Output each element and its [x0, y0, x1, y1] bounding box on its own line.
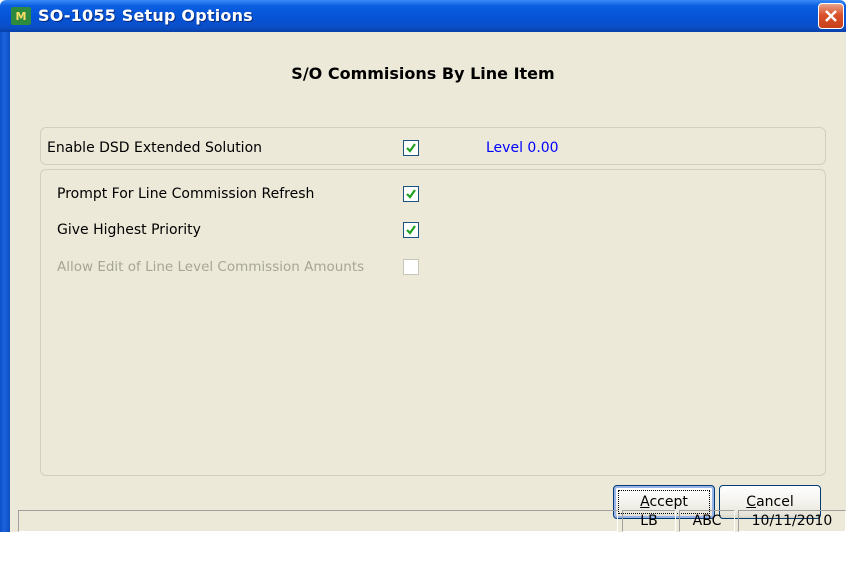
level-label: Level [486, 140, 523, 156]
highest-priority-checkbox[interactable] [403, 222, 419, 238]
level-value: 0.00 [527, 140, 559, 156]
cancel-label-rest: ancel [756, 494, 794, 510]
window-title: SO-1055 Setup Options [38, 6, 253, 25]
highest-priority-label: Give Highest Priority [57, 222, 201, 238]
status-date: 10/11/2010 [738, 510, 846, 532]
prompt-refresh-checkbox[interactable] [403, 186, 419, 202]
checkmark-icon [406, 189, 416, 199]
commission-options-group [40, 169, 826, 476]
setup-options-dialog: M SO-1055 Setup Options S/O Commisions B… [0, 0, 846, 565]
status-user: LB [622, 510, 676, 532]
dialog-heading: S/O Commisions By Line Item [291, 64, 555, 83]
close-icon [825, 10, 837, 22]
level-indicator: Level 0.00 [486, 140, 559, 156]
title-bar[interactable]: M SO-1055 Setup Options [0, 0, 846, 32]
allow-edit-label: Allow Edit of Line Level Commission Amou… [57, 259, 365, 275]
close-button[interactable] [818, 3, 844, 29]
screen-background [0, 532, 846, 565]
svg-text:M: M [16, 10, 27, 23]
window-frame [0, 32, 10, 565]
cancel-mnemonic: C [746, 494, 757, 510]
status-bar: LB ABC 10/11/2010 [10, 510, 846, 532]
enable-extended-solution-label: Enable DSD Extended Solution [47, 140, 263, 156]
status-message-pane [18, 510, 618, 532]
checkmark-icon [406, 225, 416, 235]
app-icon: M [11, 7, 31, 25]
allow-edit-checkbox[interactable] [403, 259, 419, 275]
enable-extended-solution-checkbox[interactable] [403, 140, 419, 156]
prompt-refresh-label: Prompt For Line Commission Refresh [57, 186, 315, 202]
checkmark-icon [406, 143, 416, 153]
status-company: ABC [679, 510, 735, 532]
